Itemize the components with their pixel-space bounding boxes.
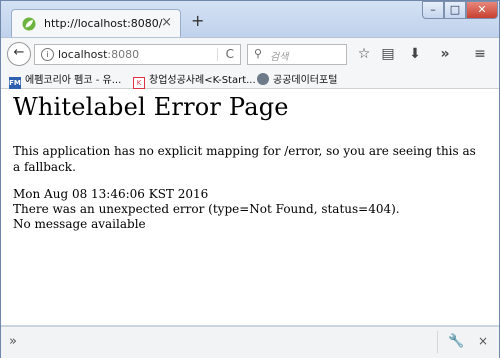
error-timestamp: Mon Aug 08 13:46:06 KST 2016 [13, 187, 209, 201]
urlbar-divider [217, 48, 218, 61]
bookmark-item[interactable]: 공공데이터포털 [257, 71, 337, 86]
bookmark-star-icon[interactable]: ☆ [355, 46, 373, 62]
kstartup-icon: K [133, 77, 145, 89]
search-placeholder: 검색 [270, 52, 289, 63]
new-tab-button[interactable]: + [191, 13, 204, 29]
site-info-icon[interactable]: i [41, 48, 54, 61]
minimize-button[interactable]: – [422, 1, 444, 19]
search-icon: ⚲ [254, 47, 263, 60]
download-icon[interactable]: ⬇ [406, 46, 424, 62]
maximize-button[interactable]: □ [444, 1, 466, 19]
fmkorea-icon: FM [9, 77, 21, 89]
spring-leaf-icon [22, 17, 36, 31]
reading-list-icon[interactable]: ▤ [379, 46, 397, 62]
page-content: Whitelabel Error Page This application h… [1, 89, 499, 325]
page-title: Whitelabel Error Page [13, 93, 289, 121]
navigation-toolbar: ← i localhost:8080 C ⚲ 검색 ☆ ▤ ⬇ » ≡ [1, 37, 499, 70]
reload-icon[interactable]: C [226, 47, 234, 61]
browser-window: http://localhost:8080/ × + – □ ✕ ← i loc… [0, 0, 500, 358]
error-message: No message available [13, 217, 146, 231]
search-input[interactable]: ⚲ 검색 [247, 44, 347, 65]
globe-icon [257, 73, 269, 85]
back-button[interactable]: ← [7, 42, 31, 66]
bookmarks-toolbar: FM 에펨코리아 펨코 - 유... K 창업성공사례<K-Start... 공공데… [1, 69, 499, 89]
tab-active[interactable]: http://localhost:8080/ × [11, 9, 181, 37]
tab-close-icon[interactable]: × [161, 15, 172, 30]
error-status: There was an unexpected error (type=Not … [13, 202, 400, 216]
menu-icon[interactable]: ≡ [471, 46, 489, 62]
tab-title: http://localhost:8080/ [44, 17, 163, 30]
error-explanation: This application has no explicit mapping… [13, 144, 476, 174]
chevron-right-icon[interactable]: » [9, 334, 17, 349]
wrench-icon[interactable]: 🔧 [448, 334, 464, 349]
close-window-button[interactable]: ✕ [466, 1, 498, 19]
bookmark-item[interactable]: FM 에펨코리아 펨코 - 유... [9, 71, 121, 89]
bottom-toolbar: » 🔧 × [1, 326, 499, 358]
url-text: localhost:8080 [58, 48, 140, 61]
overflow-icon[interactable]: » [436, 46, 454, 62]
address-bar[interactable]: i localhost:8080 C [34, 44, 241, 65]
bookmark-item[interactable]: K 창업성공사례<K-Start... [133, 71, 256, 89]
tab-strip: http://localhost:8080/ × + – □ ✕ [1, 1, 499, 37]
error-details: Mon Aug 08 13:46:06 KST 2016 There was a… [13, 187, 400, 232]
toolbar-divider [437, 331, 438, 353]
close-icon[interactable]: × [478, 334, 488, 348]
